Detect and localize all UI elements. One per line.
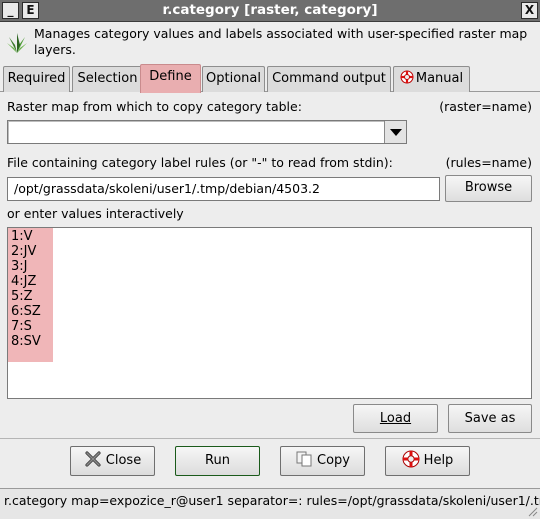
rule-line: 8:SV bbox=[11, 334, 41, 349]
raster-map-select[interactable] bbox=[7, 120, 407, 144]
define-panel: Raster map from which to copy category t… bbox=[0, 92, 540, 440]
rule-line: 7:S bbox=[11, 319, 32, 334]
grass-logo-icon bbox=[7, 33, 27, 53]
close-label: Close bbox=[105, 453, 142, 468]
browse-button[interactable]: Browse bbox=[445, 175, 532, 202]
title-bar: _ E r.category [raster, category] X bbox=[0, 0, 540, 22]
rules-lines: 1:V 2:JV 3:J 4:JZ 5:Z 6:SZ 7:S 8:SV bbox=[11, 229, 41, 349]
close-button[interactable]: Close bbox=[70, 446, 155, 476]
separator bbox=[0, 438, 540, 439]
load-label: Load bbox=[379, 411, 412, 426]
rules-file-label: File containing category label rules (or… bbox=[7, 155, 393, 170]
rule-line: 2:JV bbox=[11, 244, 37, 259]
close-window-button[interactable]: X bbox=[521, 2, 538, 19]
rule-line: 4:JZ bbox=[11, 274, 37, 289]
run-button[interactable]: Run bbox=[175, 446, 260, 476]
load-button[interactable]: Load bbox=[353, 404, 438, 433]
module-header: Manages category values and labels assoc… bbox=[0, 23, 540, 63]
tab-required[interactable]: Required bbox=[3, 66, 70, 92]
raster-param-hint: (raster=name) bbox=[439, 99, 532, 114]
tab-define[interactable]: Define bbox=[140, 64, 201, 93]
help-button[interactable]: Help bbox=[385, 446, 470, 476]
rule-line: 6:SZ bbox=[11, 304, 41, 319]
lifebuoy-icon bbox=[402, 450, 420, 468]
rule-line: 5:Z bbox=[11, 289, 33, 304]
raster-dropdown-button[interactable] bbox=[384, 121, 406, 143]
tab-optional[interactable]: Optional bbox=[202, 66, 265, 92]
resize-grip-icon[interactable] bbox=[526, 505, 538, 517]
tab-manual[interactable]: Manual bbox=[393, 66, 470, 92]
module-description: Manages category values and labels assoc… bbox=[34, 26, 528, 57]
status-bar: r.category map=expozice_r@user1 separato… bbox=[0, 488, 540, 519]
run-label: Run bbox=[205, 453, 230, 468]
chevron-down-icon bbox=[390, 129, 402, 136]
help-label: Help bbox=[423, 453, 454, 468]
save-as-button[interactable]: Save as bbox=[448, 404, 532, 433]
rules-param-hint: (rules=name) bbox=[445, 155, 532, 170]
tab-selection[interactable]: Selection bbox=[72, 66, 143, 92]
rule-line: 1:V bbox=[11, 229, 33, 244]
copy-icon bbox=[296, 451, 312, 467]
rules-file-input[interactable]: /opt/grassdata/skoleni/user1/.tmp/debian… bbox=[7, 177, 440, 201]
command-preview: r.category map=expozice_r@user1 separato… bbox=[4, 493, 540, 508]
close-x-icon bbox=[85, 451, 101, 467]
raster-map-label: Raster map from which to copy category t… bbox=[7, 99, 302, 114]
copy-label: Copy bbox=[317, 453, 350, 468]
interactive-label: or enter values interactively bbox=[7, 206, 184, 221]
tab-manual-label: Manual bbox=[415, 71, 464, 86]
rules-textarea[interactable]: 1:V 2:JV 3:J 4:JZ 5:Z 6:SZ 7:S 8:SV bbox=[7, 227, 532, 399]
rule-line: 3:J bbox=[11, 259, 28, 274]
lifebuoy-icon bbox=[400, 70, 414, 84]
copy-button[interactable]: Copy bbox=[280, 446, 365, 476]
tab-command-output[interactable]: Command output bbox=[267, 66, 391, 92]
window-title: r.category [raster, category] bbox=[162, 2, 378, 18]
tab-bar: Required Selection Define Optional Comma… bbox=[0, 64, 540, 93]
